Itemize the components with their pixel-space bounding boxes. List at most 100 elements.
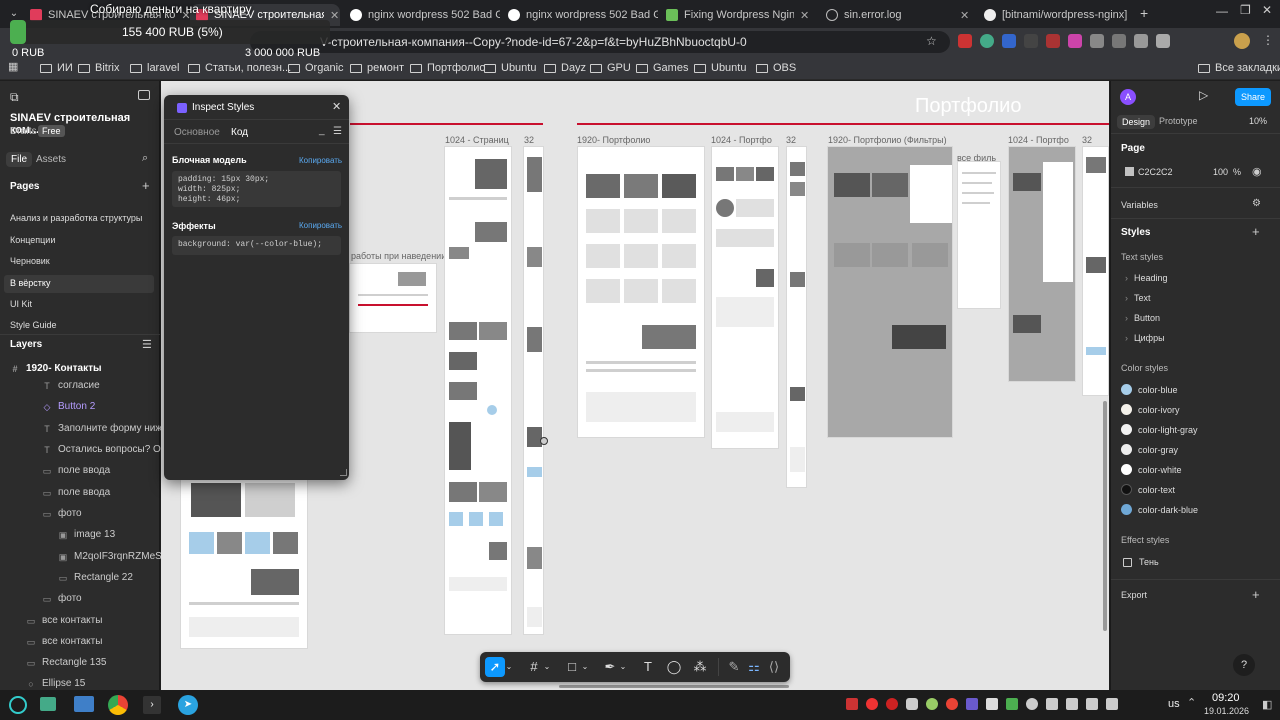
add-export-icon[interactable]: + bbox=[1252, 587, 1260, 602]
frame-label[interactable]: 1024 - Портфо bbox=[711, 135, 772, 145]
page-item[interactable]: Концепции bbox=[10, 235, 55, 245]
frame-label[interactable]: 32 bbox=[1082, 135, 1092, 145]
browser-tab[interactable]: [bitnami/wordpress-nginx] ✕ bbox=[984, 4, 1134, 26]
extension-icon[interactable] bbox=[1112, 34, 1126, 48]
bookmark-folder[interactable]: Bitrix bbox=[78, 60, 119, 76]
adblock-icon[interactable] bbox=[958, 34, 972, 48]
variables-settings-icon[interactable]: ⚙ bbox=[1252, 198, 1261, 209]
tray-icon[interactable] bbox=[866, 698, 878, 710]
browser-tab[interactable]: nginx wordpress 502 Bad G ✕ bbox=[350, 4, 500, 26]
actions-icon[interactable]: ⁂ bbox=[690, 657, 710, 677]
frame-label[interactable]: 32 bbox=[786, 135, 796, 145]
all-bookmarks[interactable]: Все закладки bbox=[1198, 60, 1280, 76]
text-style-item[interactable]: › Text bbox=[1125, 293, 1151, 303]
extension-icon[interactable] bbox=[1002, 34, 1016, 48]
horizontal-scrollbar[interactable] bbox=[559, 685, 789, 688]
window-switcher-icon[interactable] bbox=[40, 697, 56, 711]
keyboard-layout[interactable]: us bbox=[1168, 698, 1180, 710]
tab-code[interactable]: Код bbox=[231, 127, 248, 138]
page-color-value[interactable]: C2C2C2 bbox=[1138, 167, 1173, 177]
draw-mode-icon[interactable]: ✎ bbox=[724, 657, 744, 677]
frame-320-portfolio[interactable] bbox=[786, 146, 807, 488]
frame-1024-filters[interactable] bbox=[1008, 146, 1076, 382]
chevron-up-icon[interactable]: ⌃ bbox=[1187, 696, 1196, 709]
clock-time[interactable]: 09:20 bbox=[1212, 692, 1240, 704]
frame-label[interactable]: 1024 - Портфо bbox=[1008, 135, 1069, 145]
copy-button[interactable]: Копировать bbox=[299, 221, 342, 230]
bookmark-folder[interactable]: ремонт bbox=[350, 60, 404, 76]
extension-icon[interactable] bbox=[980, 34, 994, 48]
layer-item[interactable]: ○ Ellipse 15 bbox=[26, 678, 85, 689]
frame-contacts[interactable] bbox=[180, 476, 308, 649]
minimize-icon[interactable]: — bbox=[1216, 4, 1228, 18]
telegram-icon[interactable]: ➤ bbox=[178, 695, 198, 715]
frame-label[interactable]: 1920- Портфолио (Фильтры) bbox=[828, 135, 947, 145]
bookmark-folder[interactable]: Organic bbox=[288, 60, 344, 76]
bookmark-folder[interactable]: Статьи, полезн... bbox=[188, 60, 291, 76]
color-style-item[interactable]: color-blue bbox=[1121, 384, 1271, 396]
text-tool-icon[interactable]: T bbox=[638, 657, 658, 677]
page-item[interactable]: UI Kit bbox=[10, 299, 32, 309]
tray-icon[interactable] bbox=[1046, 698, 1058, 710]
extension-icon[interactable] bbox=[1090, 34, 1104, 48]
vertical-scrollbar[interactable] bbox=[1103, 401, 1107, 631]
profile-avatar[interactable] bbox=[1234, 33, 1250, 49]
help-icon[interactable]: ? bbox=[1233, 654, 1255, 676]
browser-tab[interactable]: sin.error.log ✕ bbox=[826, 4, 976, 26]
tray-icon[interactable] bbox=[1006, 698, 1018, 710]
volume-icon[interactable] bbox=[1106, 698, 1118, 710]
layer-item[interactable]: ▭ поле ввода bbox=[42, 487, 110, 498]
frame-1920-filters[interactable] bbox=[827, 146, 953, 438]
close-window-icon[interactable]: ✕ bbox=[1262, 3, 1272, 17]
layers-list-icon[interactable]: ☰ bbox=[142, 338, 152, 351]
new-tab-icon[interactable]: + bbox=[1140, 5, 1148, 21]
text-style-item[interactable]: › Цифры bbox=[1125, 333, 1165, 343]
page-item[interactable]: Черновик bbox=[10, 256, 50, 266]
effect-style-item[interactable]: Тень bbox=[1123, 557, 1273, 569]
layer-item[interactable]: ▭ все контакты bbox=[26, 636, 103, 647]
bookmark-folder[interactable]: Ubuntu bbox=[694, 60, 746, 76]
pen-tool-icon[interactable]: ✒ bbox=[600, 657, 620, 677]
color-style-item[interactable]: color-ivory bbox=[1121, 404, 1271, 416]
bookmark-folder[interactable]: ИИ bbox=[40, 60, 73, 76]
discord-icon[interactable] bbox=[906, 698, 918, 710]
bookmark-folder[interactable]: laravel bbox=[130, 60, 179, 76]
bookmark-folder[interactable]: Dayz bbox=[544, 60, 586, 76]
frame-1024-portfolio[interactable] bbox=[711, 146, 779, 449]
variables-title[interactable]: Variables bbox=[1121, 200, 1158, 210]
tray-icon[interactable] bbox=[926, 698, 938, 710]
tray-icon[interactable] bbox=[886, 698, 898, 710]
close-icon[interactable]: ✕ bbox=[960, 9, 969, 22]
tray-icon[interactable] bbox=[966, 698, 978, 710]
chrome-icon[interactable] bbox=[108, 695, 128, 715]
share-button[interactable]: Share bbox=[1235, 88, 1271, 106]
copy-button[interactable]: Копировать bbox=[299, 156, 342, 165]
color-style-item[interactable]: color-white bbox=[1121, 464, 1271, 476]
page-item[interactable]: Style Guide bbox=[10, 320, 57, 330]
bookmark-star-icon[interactable]: ☆ bbox=[926, 34, 937, 48]
tab-file[interactable]: File bbox=[6, 152, 33, 167]
show-desktop-icon[interactable]: ◧ bbox=[1262, 698, 1272, 711]
menu-icon[interactable]: ⋮ bbox=[1262, 33, 1274, 47]
frame-label[interactable]: 32 bbox=[524, 135, 534, 145]
bookmark-folder[interactable]: OBS bbox=[756, 60, 796, 76]
minimize-icon[interactable]: _ bbox=[319, 125, 325, 136]
page-color-swatch[interactable] bbox=[1125, 167, 1134, 176]
bookmark-folder[interactable]: Ubuntu bbox=[484, 60, 536, 76]
dev-mode-icon[interactable]: ⟨⟩ bbox=[764, 657, 784, 677]
tab-prototype[interactable]: Prototype bbox=[1159, 116, 1198, 126]
drafts-label[interactable]: Drafts bbox=[10, 126, 37, 137]
browser-tab[interactable]: Fixing Wordpress Nginx "5 ✕ bbox=[666, 4, 816, 26]
browser-tab[interactable]: nginx wordpress 502 Bad G ✕ bbox=[508, 4, 658, 26]
layer-item[interactable]: ◇ Button 2 bbox=[42, 401, 96, 412]
frame-1920-portfolio[interactable] bbox=[577, 146, 705, 438]
close-icon[interactable]: ✕ bbox=[1133, 9, 1134, 22]
frame-320-page[interactable] bbox=[523, 146, 544, 635]
text-style-item[interactable]: › Button bbox=[1125, 313, 1160, 323]
chevron-down-icon[interactable]: ⌄ bbox=[542, 657, 552, 677]
chevron-down-icon[interactable]: ⌄ bbox=[580, 657, 590, 677]
close-icon[interactable]: ✕ bbox=[330, 9, 339, 22]
layer-item[interactable]: ▭ поле ввода bbox=[42, 465, 110, 476]
frame-hover[interactable] bbox=[349, 263, 437, 333]
frame-label[interactable]: 1024 - Страниц bbox=[445, 135, 509, 145]
